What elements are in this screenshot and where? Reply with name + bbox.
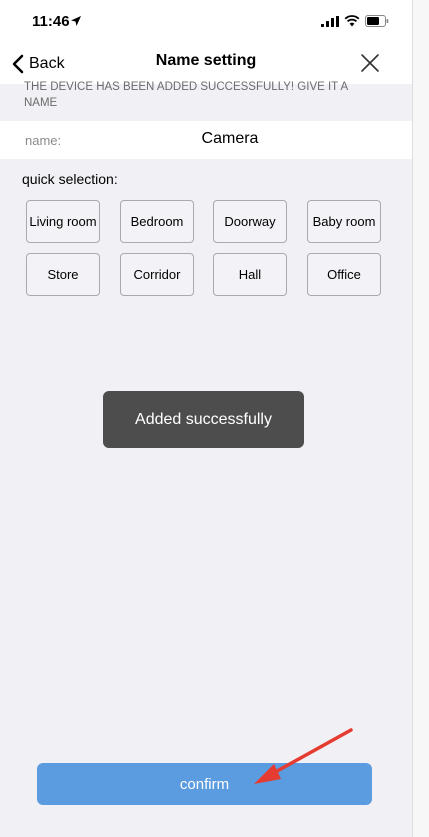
success-notice: THE DEVICE HAS BEEN ADDED SUCCESSFULLY! … (24, 81, 348, 109)
app-screen: 11:46 Back Name setting THE DEVICE HAS B… (0, 0, 412, 837)
quick-option-corridor[interactable]: Corridor (120, 253, 194, 296)
quick-selection-label: quick selection: (22, 171, 118, 187)
chevron-left-icon (12, 54, 24, 74)
quick-option-store[interactable]: Store (26, 253, 100, 296)
quick-option-office[interactable]: Office (307, 253, 381, 296)
quick-option-bedroom[interactable]: Bedroom (120, 200, 194, 243)
signal-icon (321, 16, 339, 27)
quick-option-living-room[interactable]: Living room (26, 200, 100, 243)
name-row: name: (0, 121, 412, 159)
toast-text: Added successfully (135, 410, 272, 428)
toast-message: Added successfully (103, 391, 304, 448)
status-time: 11:46 (32, 13, 70, 30)
location-arrow-icon (71, 16, 81, 26)
close-icon[interactable] (357, 50, 383, 76)
window-edge (412, 0, 429, 837)
quick-option-hall[interactable]: Hall (213, 253, 287, 296)
wifi-icon (344, 15, 360, 27)
battery-icon (365, 15, 389, 27)
confirm-button[interactable]: confirm (37, 763, 372, 805)
back-button[interactable]: Back (12, 50, 65, 78)
quick-option-doorway[interactable]: Doorway (213, 200, 287, 243)
back-label: Back (29, 55, 65, 72)
status-bar: 11:46 (0, 0, 412, 44)
quick-option-baby-room[interactable]: Baby room (307, 200, 381, 243)
name-label: name: (25, 133, 62, 148)
confirm-label: confirm (179, 775, 230, 793)
name-input[interactable] (120, 125, 340, 153)
navigation-bar: Back Name setting (0, 44, 412, 84)
